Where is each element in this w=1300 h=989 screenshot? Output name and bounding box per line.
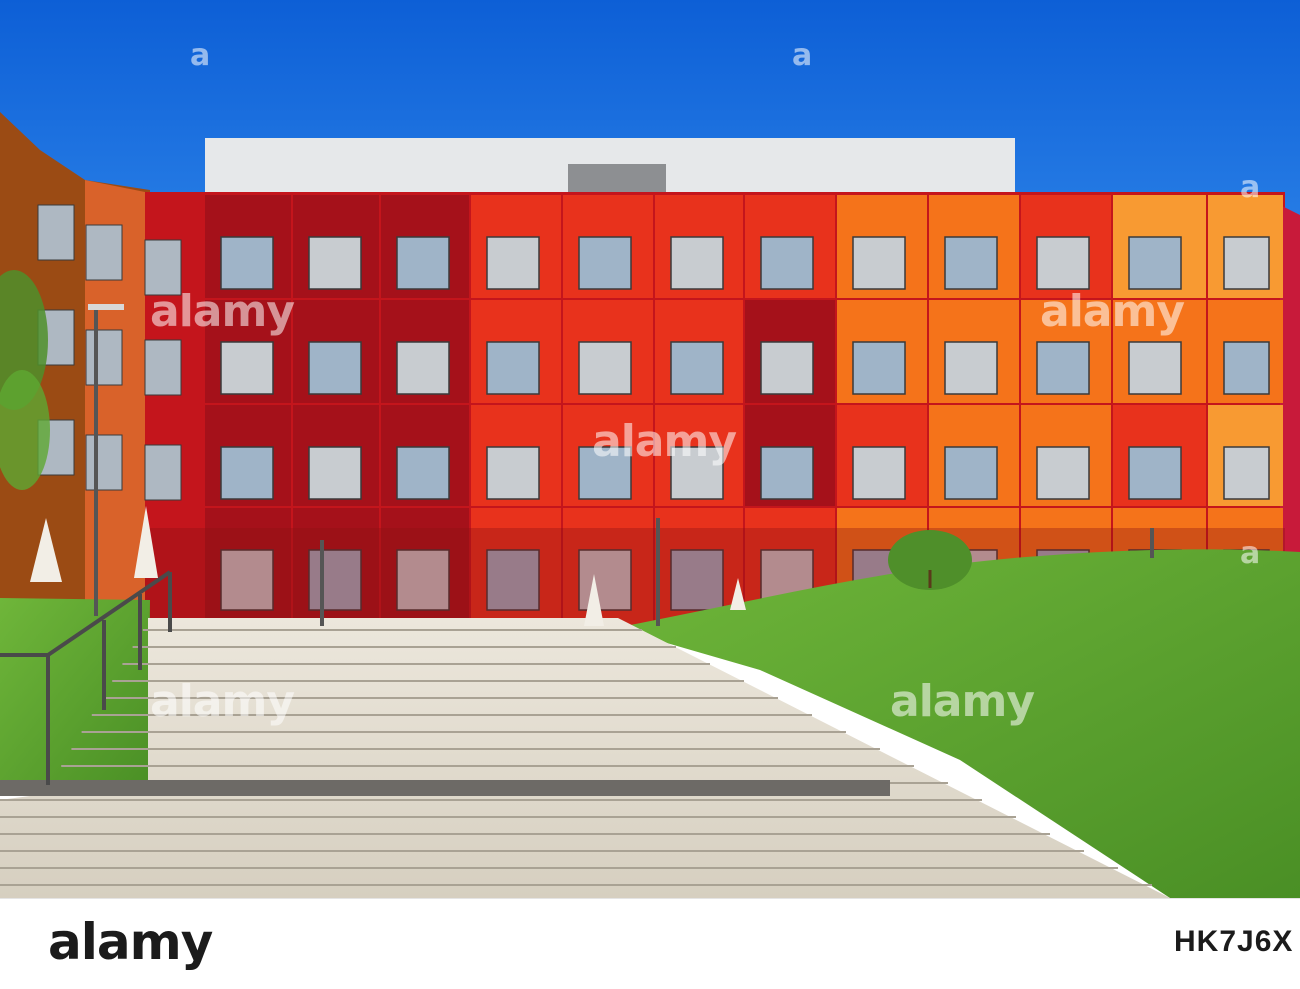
brand-logo[interactable]: alamy [48, 913, 213, 971]
window [760, 446, 814, 500]
window [486, 341, 540, 395]
window [85, 224, 123, 281]
window [1223, 341, 1270, 395]
window [486, 236, 540, 290]
window [944, 446, 998, 500]
window [760, 236, 814, 290]
watermark-logo: alamy [1040, 286, 1185, 337]
window [852, 341, 906, 395]
window [1036, 446, 1090, 500]
window [1223, 236, 1270, 290]
window [852, 446, 906, 500]
window [144, 339, 182, 396]
window [85, 329, 123, 386]
window [486, 446, 540, 500]
window [308, 341, 362, 395]
window [1223, 446, 1270, 500]
window [578, 236, 632, 290]
window [220, 236, 274, 290]
window [396, 446, 450, 500]
window [85, 434, 123, 491]
window [670, 236, 724, 290]
window [308, 446, 362, 500]
window [37, 204, 75, 261]
watermark-mark: a [1240, 536, 1260, 571]
window [670, 341, 724, 395]
watermark-logo: alamy [150, 286, 295, 337]
window [944, 236, 998, 290]
window [396, 341, 450, 395]
watermark-logo: alamy [592, 416, 737, 467]
window [852, 236, 906, 290]
watermark-logo: alamy [150, 676, 295, 727]
window [1128, 341, 1182, 395]
window [760, 341, 814, 395]
watermark-logo: alamy [890, 676, 1035, 727]
window [1036, 236, 1090, 290]
window [1036, 341, 1090, 395]
watermark-mark: a [1240, 170, 1260, 205]
window [1128, 236, 1182, 290]
window [396, 236, 450, 290]
landing-strip [0, 780, 890, 796]
grass-left [0, 598, 150, 790]
image-id: HK7J6X [1174, 925, 1294, 958]
window [220, 341, 274, 395]
window [1128, 446, 1182, 500]
window [220, 446, 274, 500]
footer-bar: alamy HK7J6X [0, 898, 1300, 989]
window [944, 341, 998, 395]
window [144, 444, 182, 501]
watermark-mark: a [792, 38, 812, 73]
shrub [888, 530, 972, 590]
window [308, 236, 362, 290]
watermark-mark: a [190, 38, 210, 73]
window [578, 341, 632, 395]
